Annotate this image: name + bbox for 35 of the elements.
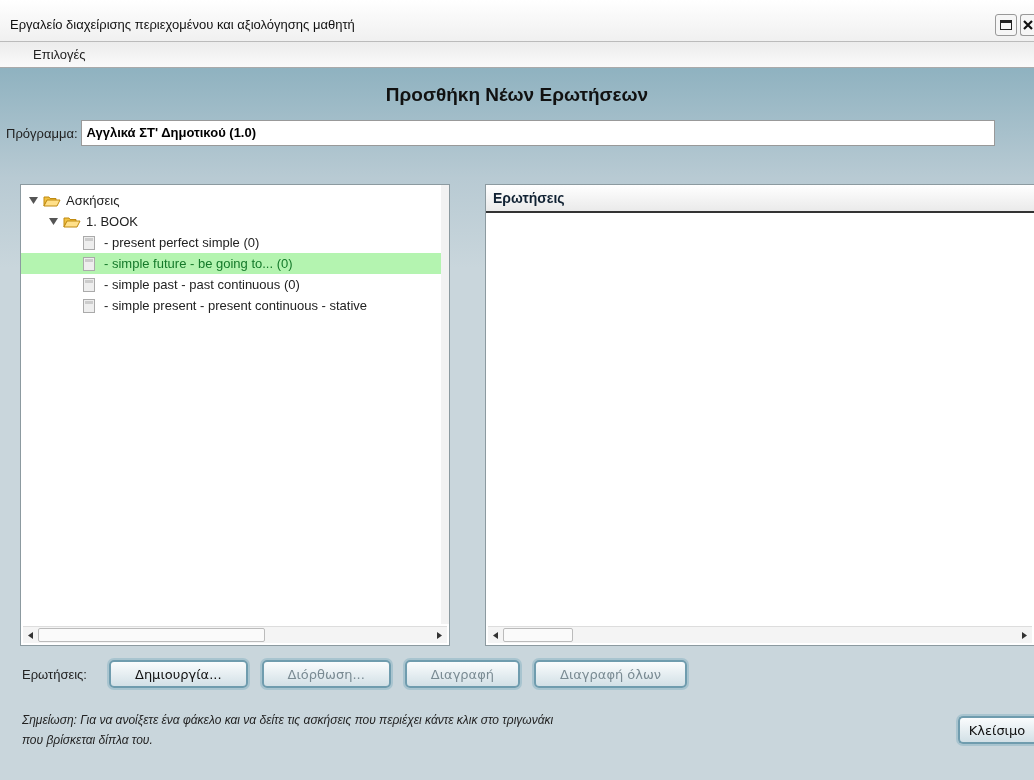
- program-label: Πρόγραμμα:: [6, 125, 78, 141]
- action-button[interactable]: Δημιουργία...: [109, 660, 248, 688]
- tree-item[interactable]: - simple future - be going to... (0): [21, 253, 441, 274]
- window-title: Εργαλείο διαχείρισης περιεχομένου και αξιολόγησης μαθητή: [10, 17, 355, 34]
- note-text: Σημείωση: Για να ανοίξετε ένα φάκελο και να δείτε τις ασκήσεις που περιέχει κάντε κλικ στο τριγωνάκι που βρίσκεται δίπλα του.: [22, 712, 555, 749]
- document-icon: [83, 256, 95, 271]
- expanded-triangle-icon[interactable]: [29, 196, 38, 205]
- tree-item[interactable]: - present perfect simple (0): [21, 232, 441, 253]
- folder-icon: [43, 194, 61, 207]
- program-field[interactable]: Αγγλικά ΣΤ' Δημοτικού (1.0): [80, 120, 995, 146]
- close-button[interactable]: [1020, 14, 1034, 36]
- maximize-button[interactable]: [995, 14, 1017, 36]
- scroll-right-icon[interactable]: [437, 631, 442, 639]
- scroll-thumb[interactable]: [38, 628, 265, 642]
- page-heading: Προσθήκη Νέων Ερωτήσεων: [384, 84, 650, 107]
- document-icon: [83, 298, 95, 313]
- tree-item[interactable]: - simple past - past continuous (0): [21, 274, 441, 295]
- menu-item[interactable]: Επιλογές: [33, 47, 86, 62]
- horizontal-scrollbar[interactable]: [23, 626, 447, 643]
- scroll-thumb[interactable]: [503, 628, 573, 642]
- tree-item[interactable]: - simple present - present continuous - stative: [21, 295, 441, 316]
- tree-item[interactable]: Ασκήσεις: [21, 190, 441, 211]
- scroll-left-icon[interactable]: [28, 631, 33, 639]
- scroll-left-icon[interactable]: [493, 631, 498, 639]
- document-icon: [83, 235, 95, 250]
- horizontal-scrollbar[interactable]: [488, 626, 1032, 643]
- scroll-right-icon[interactable]: [1022, 631, 1027, 639]
- close-dialog-button[interactable]: Κλείσιμο: [958, 716, 1034, 744]
- questions-label: Ερωτήσεις:: [22, 666, 87, 682]
- folder-icon: [63, 215, 81, 228]
- expanded-triangle-icon[interactable]: [49, 217, 58, 226]
- tree-item[interactable]: 1. BOOK: [21, 211, 441, 232]
- maximize-icon: [1000, 20, 1012, 30]
- document-icon: [83, 277, 95, 292]
- close-icon: [1023, 20, 1033, 30]
